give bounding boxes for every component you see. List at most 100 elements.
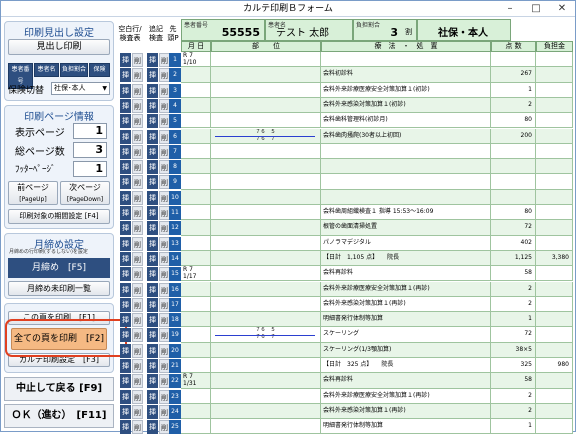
insert-row-button[interactable]: 挿 bbox=[147, 420, 158, 435]
insert-row-button[interactable]: 挿 bbox=[120, 98, 131, 113]
insert-row-button[interactable]: 挿 bbox=[120, 144, 131, 159]
monthly-unprinted-button[interactable]: 月締め未印刷一覧 bbox=[8, 281, 110, 296]
ok-proceed-button[interactable]: ＯＫ（進む） [F11] bbox=[4, 404, 114, 428]
row-number[interactable]: 16 bbox=[169, 282, 181, 297]
insert-row-button[interactable]: 挿 bbox=[147, 313, 158, 328]
close-button[interactable]: ✕ bbox=[549, 1, 575, 17]
table-row[interactable]: R 7 1/10 bbox=[181, 52, 573, 68]
opt-insurance[interactable]: 保険 bbox=[89, 63, 110, 77]
row-number[interactable]: 6 bbox=[169, 129, 181, 144]
row-number[interactable]: 3 bbox=[169, 83, 181, 98]
row-number[interactable]: 8 bbox=[169, 160, 181, 175]
table-row[interactable]: R 7 1/17 会料再診料 58 bbox=[181, 266, 573, 282]
delete-row-button[interactable]: 削 bbox=[132, 267, 143, 282]
insert-row-button[interactable]: 挿 bbox=[147, 114, 158, 129]
table-row[interactable] bbox=[181, 189, 573, 205]
insert-row-button[interactable]: 挿 bbox=[120, 343, 131, 358]
insert-row-button[interactable]: 挿 bbox=[120, 114, 131, 129]
insert-row-button[interactable]: 挿 bbox=[147, 389, 158, 404]
cancel-return-button[interactable]: 中止して戻る [F9] bbox=[4, 377, 114, 401]
maximize-button[interactable]: □ bbox=[523, 1, 549, 17]
delete-row-button[interactable]: 削 bbox=[132, 282, 143, 297]
delete-row-button[interactable]: 削 bbox=[132, 83, 143, 98]
insert-row-button[interactable]: 挿 bbox=[120, 175, 131, 190]
insert-row-button[interactable]: 挿 bbox=[147, 160, 158, 175]
insert-row-button[interactable]: 挿 bbox=[120, 282, 131, 297]
insert-row-button[interactable]: 挿 bbox=[147, 129, 158, 144]
row-number[interactable]: 9 bbox=[169, 175, 181, 190]
table-row[interactable]: 会料外来診療医療安全対策加算１(再診) 2 bbox=[181, 281, 573, 297]
delete-row-button[interactable]: 削 bbox=[132, 343, 143, 358]
row-number[interactable]: 10 bbox=[169, 190, 181, 205]
minimize-button[interactable]: – bbox=[497, 1, 523, 17]
delete-row-button[interactable]: 削 bbox=[132, 175, 143, 190]
insert-row-button[interactable]: 挿 bbox=[120, 68, 131, 83]
insert-row-button[interactable]: 挿 bbox=[120, 53, 131, 67]
insert-row-button[interactable]: 挿 bbox=[147, 206, 158, 220]
table-row[interactable] bbox=[181, 174, 573, 190]
row-number[interactable]: 14 bbox=[169, 251, 181, 266]
insert-row-button[interactable]: 挿 bbox=[147, 83, 158, 98]
table-row[interactable] bbox=[181, 159, 573, 175]
row-number[interactable]: 7 bbox=[169, 144, 181, 159]
delete-row-button[interactable]: 削 bbox=[132, 328, 143, 343]
table-row[interactable]: 明細書発行体制等加算 1 bbox=[181, 312, 573, 328]
monthly-close-button[interactable]: 月締め [F5] bbox=[8, 258, 110, 278]
header-print-button[interactable]: 見出し印刷 bbox=[8, 39, 110, 55]
row-number[interactable]: 19 bbox=[169, 328, 181, 343]
delete-row-button[interactable]: 削 bbox=[132, 114, 143, 129]
insert-row-button[interactable]: 挿 bbox=[147, 236, 158, 251]
delete-row-button[interactable]: 削 bbox=[132, 53, 143, 67]
insert-row-button[interactable]: 挿 bbox=[120, 190, 131, 205]
insert-row-button[interactable]: 挿 bbox=[147, 144, 158, 159]
row-number[interactable]: 11 bbox=[169, 206, 181, 220]
delete-row-button[interactable]: 削 bbox=[132, 221, 143, 236]
delete-row-button[interactable]: 削 bbox=[132, 359, 143, 373]
row-number[interactable]: 20 bbox=[169, 343, 181, 358]
insert-row-button[interactable]: 挿 bbox=[147, 374, 158, 389]
row-number[interactable]: 5 bbox=[169, 114, 181, 129]
prev-page-button[interactable]: 前ページ [PageUp] bbox=[8, 181, 58, 205]
insert-row-button[interactable]: 挿 bbox=[147, 251, 158, 266]
insert-row-button[interactable]: 挿 bbox=[147, 282, 158, 297]
insert-row-button[interactable]: 挿 bbox=[147, 359, 158, 373]
delete-row-button[interactable]: 削 bbox=[132, 404, 143, 419]
insert-row-button[interactable]: 挿 bbox=[120, 129, 131, 144]
delete-row-button[interactable]: 削 bbox=[132, 190, 143, 205]
table-row[interactable]: R 7 1/31 会料再診料 58 bbox=[181, 373, 573, 389]
insert-row-button[interactable]: 挿 bbox=[147, 53, 158, 67]
insert-row-button[interactable]: 挿 bbox=[120, 420, 131, 435]
insert-row-button[interactable]: 挿 bbox=[120, 83, 131, 98]
row-number[interactable]: 21 bbox=[169, 359, 181, 373]
insert-row-button[interactable]: 挿 bbox=[120, 160, 131, 175]
insert-row-button[interactable]: 挿 bbox=[147, 343, 158, 358]
opt-patient-name[interactable]: 患者名 bbox=[34, 63, 59, 77]
table-row[interactable]: 会料歯周組織検査１ 指導 15:53～16:09 80 bbox=[181, 205, 573, 221]
insert-row-button[interactable]: 挿 bbox=[120, 221, 131, 236]
row-number[interactable]: 2 bbox=[169, 68, 181, 83]
row-number[interactable]: 22 bbox=[169, 374, 181, 389]
table-row[interactable]: 【日計 325 点】 院長 325 980 bbox=[181, 358, 573, 374]
delete-row-button[interactable]: 削 bbox=[132, 313, 143, 328]
table-row[interactable]: 会料外来感染対策加算１(再診) 2 bbox=[181, 403, 573, 420]
delete-row-button[interactable]: 削 bbox=[132, 297, 143, 312]
table-row[interactable]: 会料歯科管理料(初診月) 80 bbox=[181, 113, 573, 129]
delete-row-button[interactable]: 削 bbox=[132, 420, 143, 435]
row-number[interactable]: 13 bbox=[169, 236, 181, 251]
delete-row-button[interactable]: 削 bbox=[132, 374, 143, 389]
row-number[interactable]: 15 bbox=[169, 267, 181, 282]
insert-row-button[interactable]: 挿 bbox=[120, 389, 131, 404]
table-row[interactable]: 会料外来診療医療安全対策加算１(初診) 1 bbox=[181, 82, 573, 98]
insert-row-button[interactable]: 挿 bbox=[120, 313, 131, 328]
row-number[interactable]: 25 bbox=[169, 420, 181, 435]
insert-row-button[interactable]: 挿 bbox=[120, 267, 131, 282]
row-number[interactable]: 4 bbox=[169, 98, 181, 113]
footer-page-value[interactable]: 1 bbox=[73, 161, 107, 177]
delete-row-button[interactable]: 削 bbox=[132, 144, 143, 159]
table-row[interactable]: 会料外来感染対策加算１(再診) 2 bbox=[181, 296, 573, 313]
row-number[interactable]: 18 bbox=[169, 313, 181, 328]
delete-row-button[interactable]: 削 bbox=[132, 389, 143, 404]
insert-row-button[interactable]: 挿 bbox=[120, 206, 131, 220]
delete-row-button[interactable]: 削 bbox=[132, 129, 143, 144]
delete-row-button[interactable]: 削 bbox=[132, 251, 143, 266]
